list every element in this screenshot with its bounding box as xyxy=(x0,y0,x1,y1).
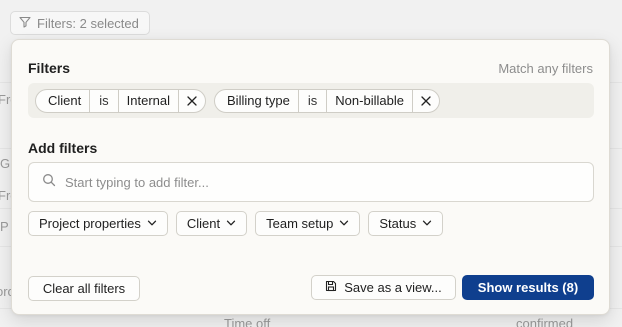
save-as-view-button[interactable]: Save as a view... xyxy=(311,275,456,300)
chip-field[interactable]: Client xyxy=(36,89,91,112)
active-filters-list: Client is Internal Billing type is Non-b… xyxy=(28,83,594,118)
background-cell: confirmed xyxy=(516,316,574,327)
filter-chip-billing-type[interactable]: Billing type is Non-billable xyxy=(214,88,440,113)
background-cell: G xyxy=(0,156,11,171)
filters-title: Filters xyxy=(28,60,71,76)
chip-value[interactable]: Non-billable xyxy=(327,89,413,112)
chevron-down-icon xyxy=(147,216,157,231)
chip-operator[interactable]: is xyxy=(90,89,119,112)
chevron-down-icon xyxy=(422,216,432,231)
filters-trigger-label: Filters: 2 selected xyxy=(37,15,139,31)
category-client[interactable]: Client xyxy=(175,211,248,236)
close-icon[interactable] xyxy=(413,90,439,112)
add-filters-title: Add filters xyxy=(28,140,98,156)
filter-chip-client[interactable]: Client is Internal xyxy=(35,88,207,113)
category-label: Team setup xyxy=(266,216,334,231)
category-label: Project properties xyxy=(39,216,141,231)
search-icon xyxy=(42,173,56,192)
filter-search-field[interactable] xyxy=(28,162,594,202)
chip-field[interactable]: Billing type xyxy=(215,89,299,112)
category-label: Client xyxy=(186,216,221,231)
background-cell: P xyxy=(0,219,9,234)
chevron-down-icon xyxy=(226,216,236,231)
match-mode-toggle[interactable]: Match any filters xyxy=(498,61,593,76)
clear-all-filters-button[interactable]: Clear all filters xyxy=(28,276,140,301)
background-cell: Time off xyxy=(224,316,271,327)
category-project-properties[interactable]: Project properties xyxy=(28,211,168,236)
funnel-icon xyxy=(19,16,31,31)
category-status[interactable]: Status xyxy=(368,211,444,236)
close-icon[interactable] xyxy=(179,90,205,112)
filter-categories: Project properties Client Team setup Sta… xyxy=(28,211,444,236)
category-team-setup[interactable]: Team setup xyxy=(255,211,361,236)
filters-trigger-button[interactable]: Filters: 2 selected xyxy=(10,11,150,35)
chip-operator[interactable]: is xyxy=(299,89,328,112)
show-results-button[interactable]: Show results (8) xyxy=(462,275,594,300)
chip-value[interactable]: Internal xyxy=(119,89,180,112)
filters-popover: Filters Match any filters Client is Inte… xyxy=(11,39,610,315)
filter-search-input[interactable] xyxy=(65,174,593,190)
save-as-view-label: Save as a view... xyxy=(344,280,442,295)
category-label: Status xyxy=(379,216,417,231)
save-icon xyxy=(325,280,337,295)
chevron-down-icon xyxy=(339,216,349,231)
